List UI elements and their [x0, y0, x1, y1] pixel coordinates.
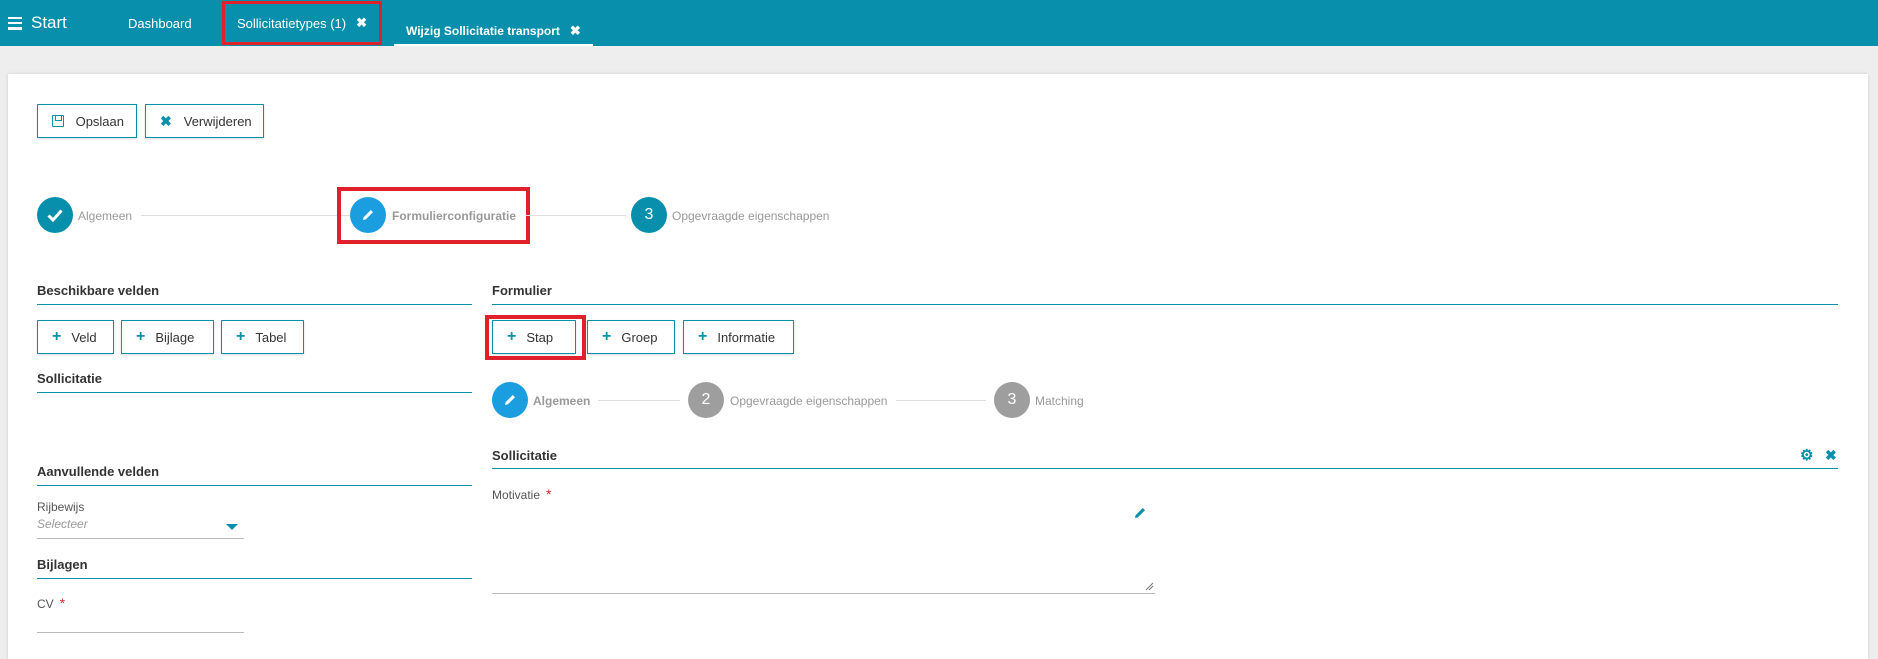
add-bijlage-label: Bijlage	[155, 329, 195, 345]
form-step-2-circle[interactable]: 2	[688, 382, 724, 418]
select-underline	[37, 538, 244, 539]
save-button[interactable]: Opslaan	[37, 104, 137, 138]
top-navigation-bar: Start Dashboard Sollicitatietypes (1) ✖ …	[0, 0, 1878, 46]
add-veld-label: Veld	[71, 329, 97, 345]
motivatie-label-text: Motivatie	[492, 488, 541, 502]
save-button-label: Opslaan	[75, 113, 124, 129]
bijlagen-title: Bijlagen	[37, 557, 88, 572]
step-formulierconfiguratie-pencil-icon[interactable]	[350, 197, 386, 233]
step-connector	[526, 215, 626, 216]
cv-upload-field[interactable]	[37, 632, 244, 633]
form-step-3-number: 3	[1007, 391, 1017, 408]
sollicitatie-fields-title: Sollicitatie	[37, 371, 103, 386]
group-sollicitatie-title: Sollicitatie	[492, 448, 558, 463]
add-groep-button[interactable]: + Groep	[587, 320, 675, 354]
delete-button[interactable]: ✖ Verwijderen	[145, 104, 264, 138]
rijbewijs-select[interactable]: Selecteer	[37, 515, 244, 539]
add-veld-button[interactable]: + Veld	[37, 320, 114, 354]
form-step-2-number: 2	[701, 391, 711, 408]
close-icon[interactable]: ✖	[570, 23, 581, 39]
resize-handle-icon[interactable]	[1145, 582, 1154, 591]
add-informatie-label: Informatie	[717, 329, 776, 345]
tab-wijzig-sollicitatie-transport[interactable]: Wijzig Sollicitatie transport ✖	[394, 18, 593, 46]
section-divider	[37, 578, 472, 579]
required-asterisk: *	[546, 486, 552, 502]
motivatie-label: Motivatie *	[492, 486, 551, 502]
add-bijlage-button[interactable]: + Bijlage	[121, 320, 214, 354]
main-panel: Opslaan ✖ Verwijderen Algemeen Formulier…	[8, 74, 1868, 659]
form-step-3-circle[interactable]: 3	[994, 382, 1030, 418]
start-menu-label: Start	[31, 13, 67, 32]
close-icon[interactable]: ✖	[1825, 447, 1837, 464]
close-icon: ✖	[160, 112, 172, 129]
section-divider	[492, 468, 1838, 469]
hamburger-icon	[8, 16, 22, 30]
section-divider	[492, 304, 1838, 305]
tab-sollicitatietypes[interactable]: Sollicitatietypes (1) ✖	[222, 1, 383, 45]
plus-icon: +	[507, 328, 517, 345]
step-3-number: 3	[644, 206, 654, 223]
add-stap-button[interactable]: + Stap	[492, 320, 576, 354]
rijbewijs-select-placeholder: Selecteer	[37, 517, 88, 531]
aanvullende-velden-title: Aanvullende velden	[37, 464, 160, 479]
section-divider	[37, 304, 472, 305]
add-stap-label: Stap	[526, 329, 554, 345]
step-connector	[598, 400, 680, 401]
form-step-algemeen-label: Algemeen	[533, 394, 591, 408]
required-asterisk: *	[59, 595, 66, 611]
motivatie-textarea[interactable]	[492, 514, 1155, 594]
cv-label: CV *	[37, 595, 65, 611]
plus-icon: +	[136, 328, 146, 345]
step-algemeen-check-icon[interactable]	[37, 197, 73, 233]
add-tabel-label: Tabel	[255, 329, 287, 345]
step-3-circle[interactable]: 3	[631, 197, 667, 233]
beschikbare-velden-title: Beschikbare velden	[37, 283, 160, 298]
plus-icon: +	[602, 328, 612, 345]
rijbewijs-label: Rijbewijs	[37, 500, 85, 514]
plus-icon: +	[698, 328, 708, 345]
tab-dashboard-label: Dashboard	[128, 15, 192, 31]
cv-label-text: CV	[37, 597, 54, 611]
add-groep-label: Groep	[621, 329, 658, 345]
step-connector	[896, 400, 986, 401]
add-tabel-button[interactable]: + Tabel	[221, 320, 304, 354]
plus-icon: +	[52, 328, 62, 345]
add-informatie-button[interactable]: + Informatie	[683, 320, 794, 354]
step-opgevraagde-eigenschappen-label: Opgevraagde eigenschappen	[672, 209, 830, 223]
step-formulierconfiguratie-label: Formulierconfiguratie	[392, 209, 517, 223]
close-icon[interactable]: ✖	[356, 15, 367, 31]
tab-sollicitatietypes-label: Sollicitatietypes (1)	[237, 15, 347, 31]
plus-icon: +	[236, 328, 246, 345]
section-divider	[37, 392, 472, 393]
form-step-opgevraagde-label: Opgevraagde eigenschappen	[730, 394, 888, 408]
tab-dashboard[interactable]: Dashboard	[128, 0, 192, 46]
formulier-title: Formulier	[492, 283, 552, 298]
chevron-down-icon	[226, 524, 238, 530]
form-step-algemeen-pencil-icon[interactable]	[492, 382, 528, 418]
save-icon	[52, 115, 64, 127]
start-menu-button[interactable]: Start	[8, 13, 67, 33]
step-connector	[141, 215, 351, 216]
form-step-matching-label: Matching	[1035, 394, 1084, 408]
delete-button-label: Verwijderen	[183, 113, 252, 129]
step-algemeen-label: Algemeen	[78, 209, 133, 223]
gears-icon[interactable]: ⚙	[1800, 446, 1813, 464]
section-divider	[37, 485, 472, 486]
tab-wijzig-label: Wijzig Sollicitatie transport	[406, 24, 560, 38]
